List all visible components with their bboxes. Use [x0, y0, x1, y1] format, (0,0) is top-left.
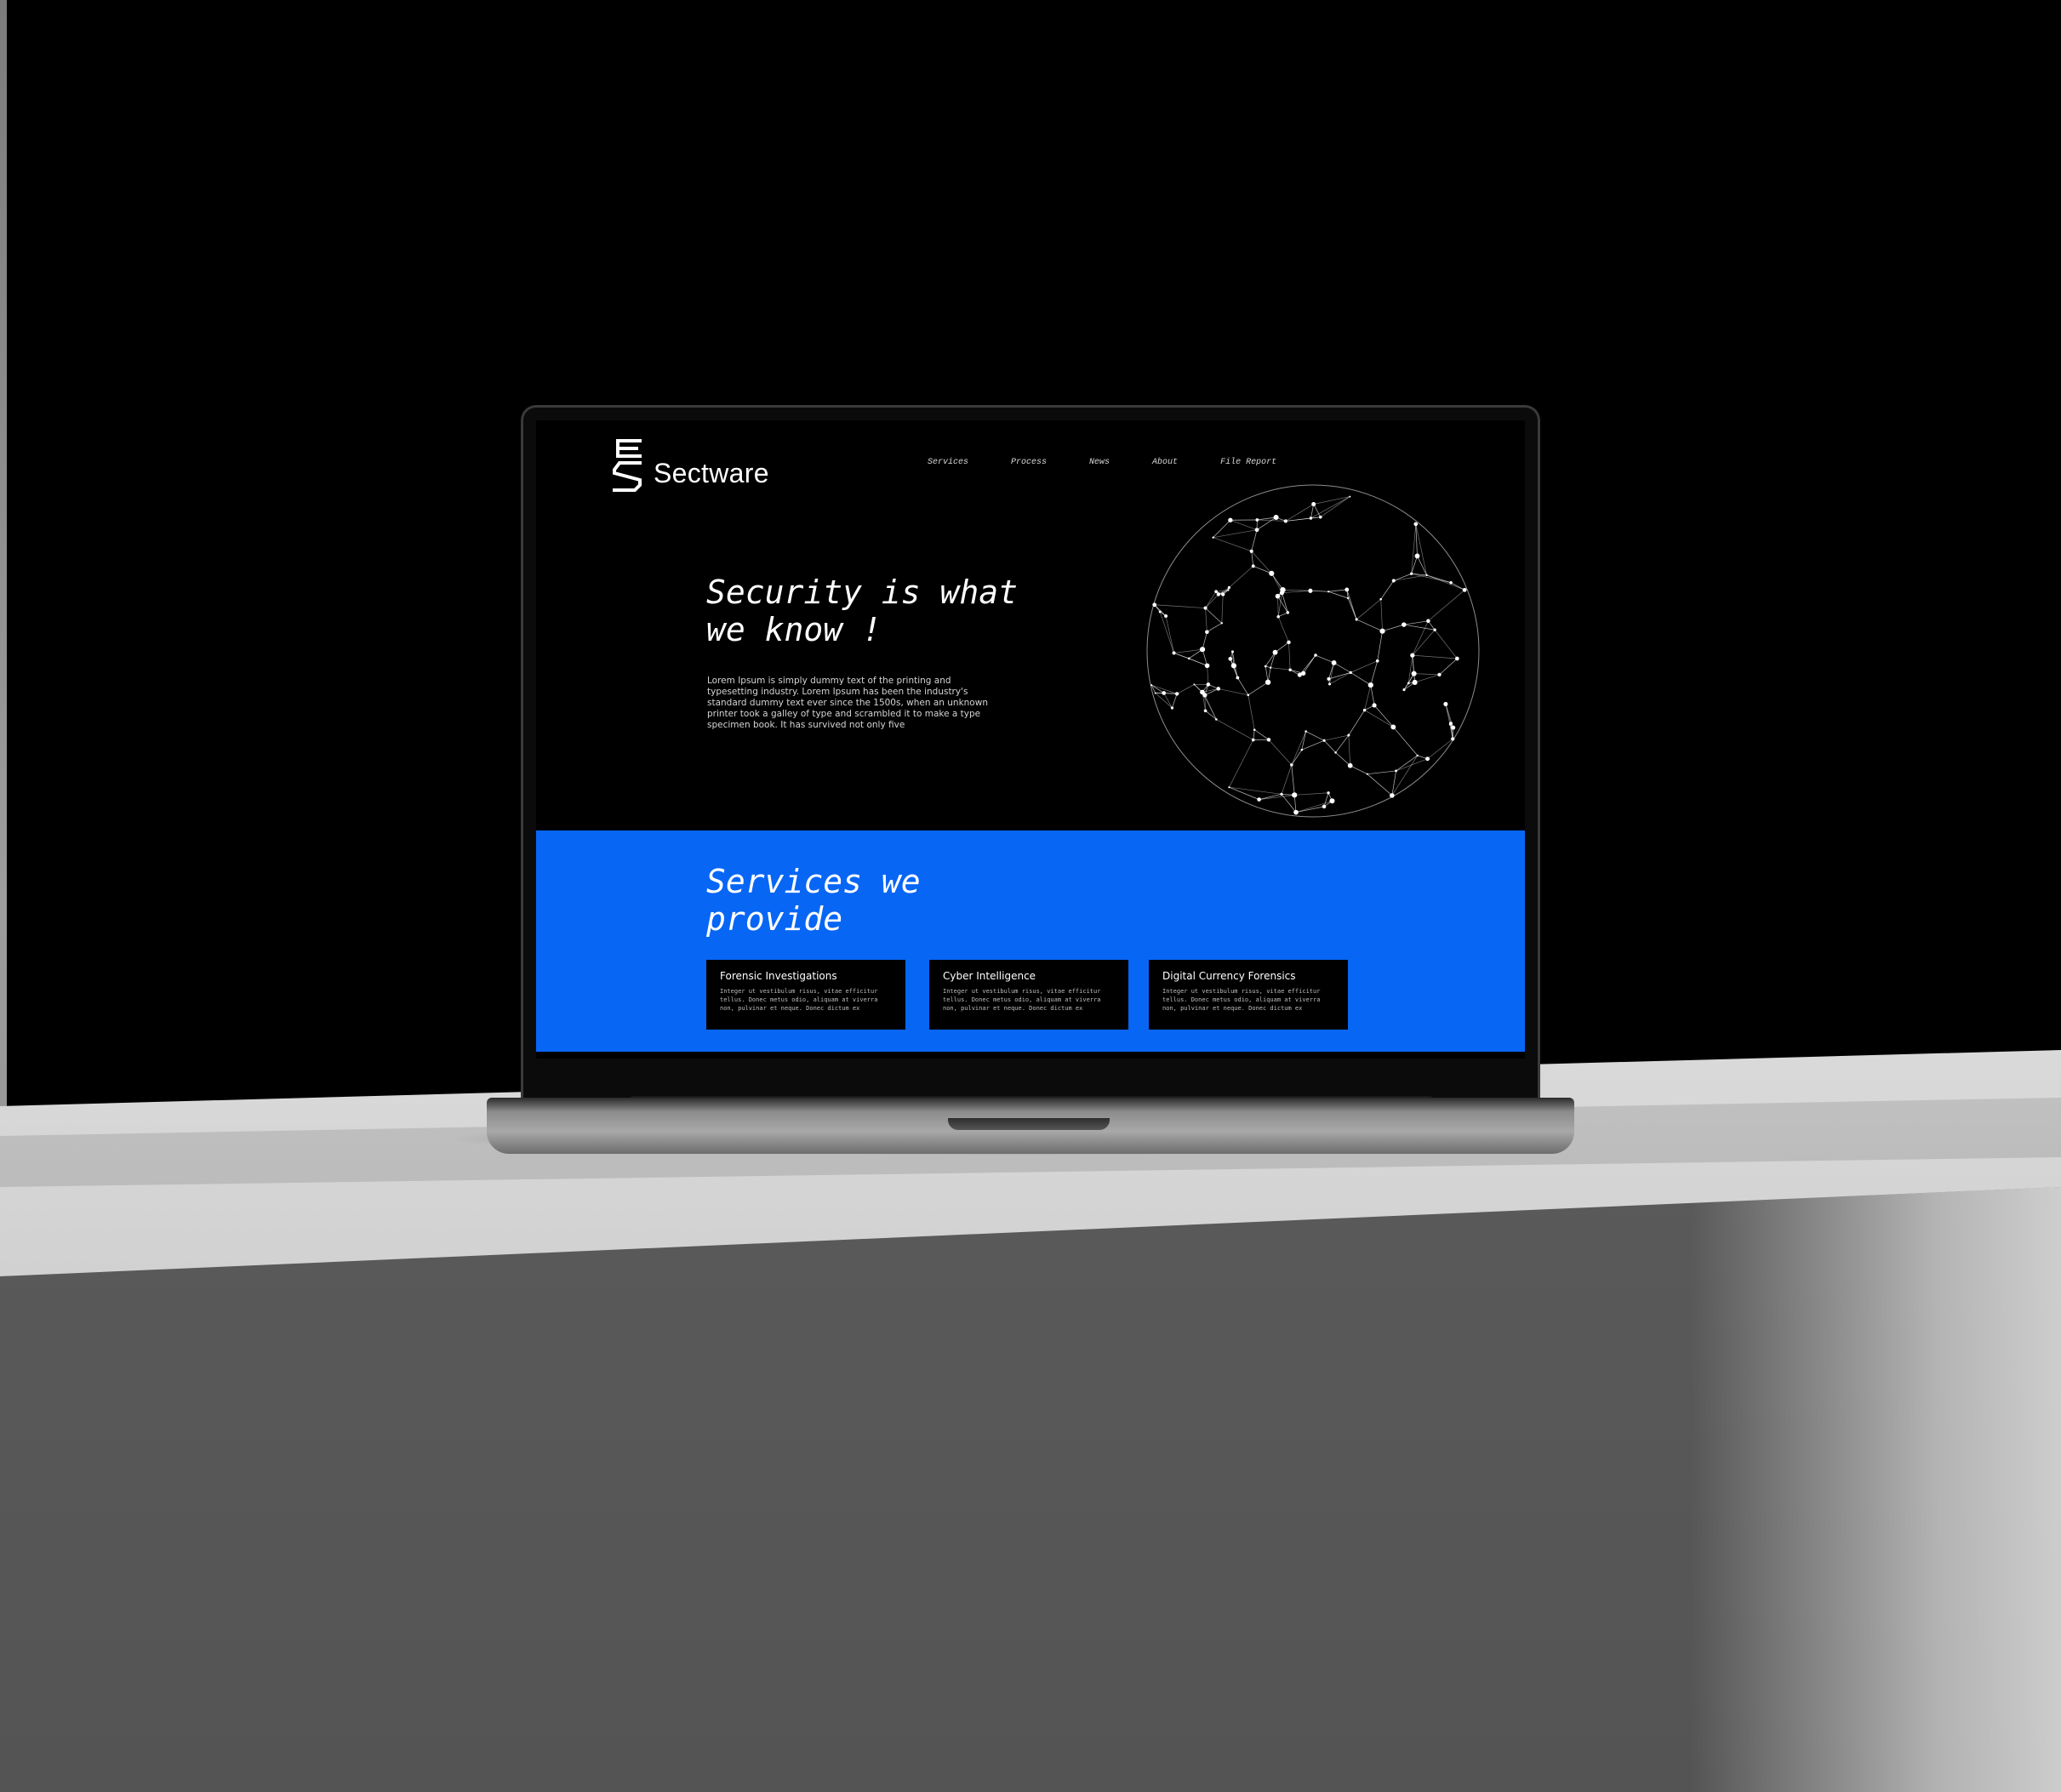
- hero-title: Security is what we know !: [706, 574, 1019, 648]
- brand[interactable]: Sectware: [611, 437, 769, 494]
- services-title: Services we provide: [706, 863, 921, 938]
- service-card-digital-currency[interactable]: Digital Currency Forensics Integer ut ve…: [1149, 960, 1348, 1030]
- service-card-title: Digital Currency Forensics: [1162, 970, 1296, 982]
- nav-item-services[interactable]: Services: [928, 458, 968, 467]
- hero-body: Lorem Ipsum is simply dummy text of the …: [707, 676, 988, 730]
- laptop-notch: [948, 1118, 1110, 1130]
- service-card-forensic[interactable]: Forensic Investigations Integer ut vesti…: [706, 960, 905, 1030]
- service-card-body: Integer ut vestibulum risus, vitae effic…: [1162, 988, 1321, 1012]
- service-card-body: Integer ut vestibulum risus, vitae effic…: [943, 988, 1101, 1012]
- top-nav: Services Process News About File Report: [928, 458, 1276, 467]
- brand-name: Sectware: [654, 457, 769, 488]
- network-globe-icon: [1146, 484, 1480, 818]
- service-card-title: Cyber Intelligence: [943, 970, 1036, 982]
- nav-item-about[interactable]: About: [1152, 458, 1178, 467]
- service-card-title: Forensic Investigations: [720, 970, 837, 982]
- service-card-cyber[interactable]: Cyber Intelligence Integer ut vestibulum…: [929, 960, 1128, 1030]
- nav-item-news[interactable]: News: [1089, 458, 1110, 467]
- laptop-screen: Sectware Services Process News About Fil…: [536, 420, 1525, 1059]
- mockup-scene: Sectware Services Process News About Fil…: [0, 0, 2061, 1792]
- nav-item-process[interactable]: Process: [1011, 458, 1047, 467]
- sectware-logo-icon: [613, 439, 642, 492]
- nav-item-file-report[interactable]: File Report: [1220, 458, 1276, 467]
- service-card-body: Integer ut vestibulum risus, vitae effic…: [720, 988, 878, 1012]
- services-section: Services we provide Forensic Investigati…: [536, 830, 1525, 1052]
